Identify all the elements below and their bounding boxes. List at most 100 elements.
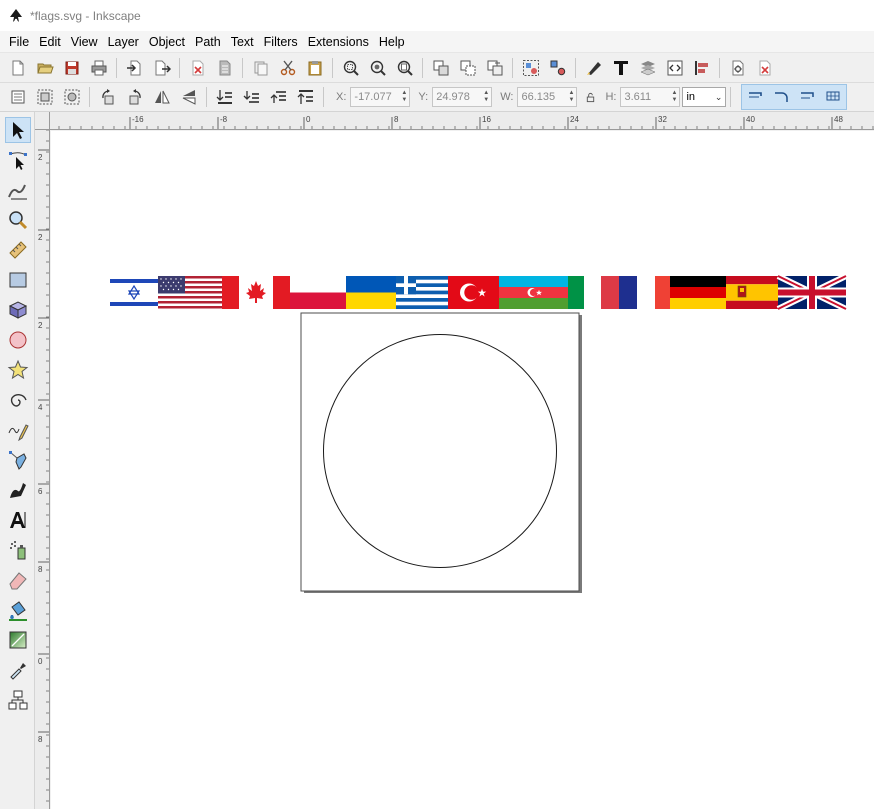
h-input[interactable] [621,88,670,106]
layers-icon[interactable] [637,57,659,79]
vertical-ruler[interactable]: 222468086 [35,130,50,809]
new-document-icon[interactable] [7,57,29,79]
menu-help[interactable]: Help [374,35,410,49]
zoom-page-icon[interactable] [394,57,416,79]
import-icon[interactable] [124,57,146,79]
poland-flag[interactable] [290,276,346,309]
rotate-cw-icon[interactable] [124,86,146,108]
copy-icon[interactable] [250,57,272,79]
h-field[interactable]: ▲▼ [620,87,681,107]
zoom-drawing-icon[interactable] [367,57,389,79]
vacuum-icon[interactable] [214,57,236,79]
open-icon[interactable] [34,57,56,79]
menu-view[interactable]: View [66,35,103,49]
pencil-tool-icon[interactable] [5,417,31,443]
rectangle-tool-icon[interactable] [5,267,31,293]
menu-path[interactable]: Path [190,35,226,49]
menu-edit[interactable]: Edit [34,35,66,49]
flip-vertical-icon[interactable] [178,86,200,108]
w-input[interactable] [518,88,567,106]
eraser-tool-icon[interactable] [5,567,31,593]
menu-layer[interactable]: Layer [103,35,144,49]
align-distribute-icon[interactable] [691,57,713,79]
spiral-tool-icon[interactable] [5,387,31,413]
menu-file[interactable]: File [4,35,34,49]
germany-flag[interactable] [670,276,726,309]
x-spin-arrows[interactable]: ▲ ▼ [399,88,409,106]
paste-icon[interactable] [304,57,326,79]
menu-text[interactable]: Text [226,35,259,49]
ellipse-tool-icon[interactable] [5,327,31,353]
pen-tool-icon[interactable] [5,447,31,473]
print-icon[interactable] [88,57,110,79]
preferences-icon[interactable] [754,57,776,79]
save-icon[interactable] [61,57,83,79]
unit-select[interactable]: in ⌄ [682,87,727,107]
y-field[interactable]: ▲▼ [432,87,493,107]
x-input[interactable] [351,88,400,106]
drawing-canvas[interactable] [51,131,874,809]
ukraine-flag[interactable] [346,276,396,309]
scale-stroke-icon[interactable] [744,86,766,108]
export-icon[interactable] [151,57,173,79]
transform-gradients-icon[interactable] [796,86,818,108]
azerbaijan-flag[interactable] [499,276,568,309]
text-tool-icon[interactable] [5,507,31,533]
menu-object[interactable]: Object [144,35,190,49]
w-spin-arrows[interactable]: ▲ ▼ [566,88,576,106]
usa-flag[interactable] [158,276,222,309]
ungroup-icon[interactable] [547,57,569,79]
clone-icon[interactable] [457,57,479,79]
document-properties-icon[interactable] [727,57,749,79]
horizontal-ruler[interactable]: -16 -8 0 8 16 24 32 40 48 [50,112,874,130]
spray-tool-icon[interactable] [5,537,31,563]
rotate-ccw-icon[interactable] [97,86,119,108]
select-all-layers-icon[interactable] [34,86,56,108]
canada-flag[interactable] [222,276,290,309]
zoom-selection-icon[interactable] [340,57,362,79]
spain-flag[interactable] [726,276,778,309]
3d-box-tool-icon[interactable] [5,297,31,323]
gradient-tool-icon[interactable] [5,627,31,653]
group-icon[interactable] [520,57,542,79]
w-field[interactable]: ▲▼ [517,87,578,107]
raise-to-top-icon[interactable] [295,86,317,108]
flip-horizontal-icon[interactable] [151,86,173,108]
node-tool-icon[interactable] [5,147,31,173]
lock-icon[interactable] [583,90,597,104]
star-tool-icon[interactable] [5,357,31,383]
italy-flag-partial[interactable] [568,276,584,309]
xml-editor-icon[interactable] [664,57,686,79]
menu-filters[interactable]: Filters [259,35,303,49]
lower-to-bottom-icon[interactable] [214,86,236,108]
connector-tool-icon[interactable] [5,687,31,713]
lower-icon[interactable] [241,86,263,108]
y-input[interactable] [433,88,482,106]
select-all-icon[interactable] [7,86,29,108]
cut-icon[interactable] [277,57,299,79]
france-flag[interactable] [601,276,670,309]
unlink-clone-icon[interactable] [484,57,506,79]
raise-icon[interactable] [268,86,290,108]
deselect-icon[interactable] [61,86,83,108]
paint-bucket-tool-icon[interactable] [5,597,31,623]
measure-tool-icon[interactable] [5,237,31,263]
fill-stroke-icon[interactable] [583,57,605,79]
transform-patterns-icon[interactable] [822,86,844,108]
calligraphy-tool-icon[interactable] [5,477,31,503]
zoom-tool-icon[interactable] [5,207,31,233]
israel-flag[interactable] [110,276,158,309]
turkey-flag[interactable] [448,276,499,309]
duplicate-icon[interactable] [430,57,452,79]
uk-flag[interactable] [776,273,848,312]
selector-tool-icon[interactable] [5,117,31,143]
tweak-tool-icon[interactable] [5,177,31,203]
menu-extensions[interactable]: Extensions [303,35,374,49]
h-spin-arrows[interactable]: ▲ ▼ [669,88,679,106]
greece-flag[interactable] [396,276,448,309]
x-field[interactable]: ▲▼ [350,87,411,107]
text-font-icon[interactable] [610,57,632,79]
scale-corners-icon[interactable] [770,86,792,108]
y-spin-arrows[interactable]: ▲ ▼ [481,88,491,106]
revert-icon[interactable] [187,57,209,79]
